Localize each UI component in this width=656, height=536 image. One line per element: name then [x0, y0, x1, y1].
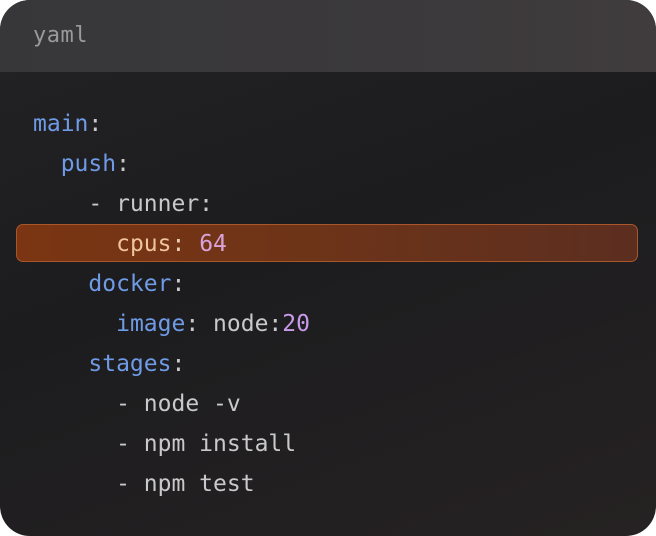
- yaml-number: 20: [282, 311, 310, 337]
- code-body[interactable]: main: push: - runner: cpus: 64 docker: i…: [0, 104, 656, 504]
- yaml-key: cpus: [116, 231, 172, 257]
- yaml-string: node:: [213, 311, 283, 337]
- code-line: stages:: [88, 351, 186, 377]
- code-line: - node -v: [0, 384, 656, 424]
- yaml-list-item: - npm test: [116, 471, 255, 497]
- yaml-key: main: [33, 111, 89, 137]
- yaml-key: image: [116, 311, 186, 337]
- code-line: main:: [33, 111, 103, 137]
- yaml-key: stages: [88, 351, 172, 377]
- yaml-number: 64: [199, 231, 227, 257]
- code-line: - npm test: [0, 464, 656, 504]
- yaml-list-item: - npm install: [116, 431, 297, 457]
- yaml-key: push: [60, 151, 117, 177]
- code-line: image: node:20: [116, 311, 310, 337]
- code-block-header: yaml: [0, 0, 656, 72]
- code-line: - runner:: [0, 184, 656, 224]
- yaml-list-item: - node -v: [116, 391, 241, 417]
- code-line: docker:: [88, 271, 186, 297]
- yaml-key: docker: [88, 271, 172, 297]
- language-label: yaml: [33, 23, 88, 48]
- highlighted-code-line: cpus: 64: [0, 224, 656, 264]
- code-line: - npm install: [0, 424, 656, 464]
- yaml-list-item: - runner:: [88, 191, 214, 217]
- code-line: push:: [60, 151, 130, 177]
- code-block-card: yaml main: push: - runner: cpus: 64 dock…: [0, 0, 656, 536]
